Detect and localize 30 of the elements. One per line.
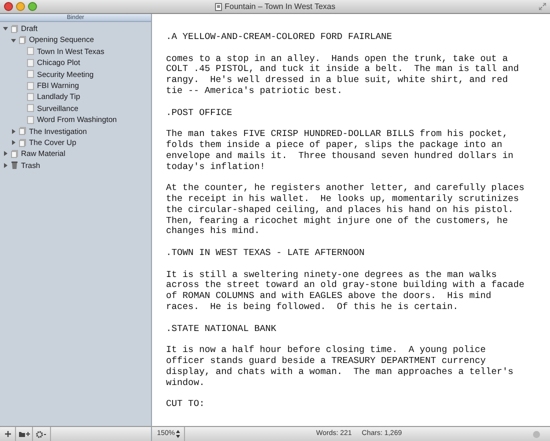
script-paragraph: It is still a sweltering ninety-one degrees as the man walks across the street toward an old gray-stone building with a facade of ROMAN COLUMNS and with EAGLES above the doors. His mind races. He is being followed. Of this he is certain. [166,270,526,313]
status-indicator [533,430,540,438]
collapsed-triangle-icon[interactable] [3,151,8,156]
expanded-triangle-icon[interactable] [11,38,16,43]
collapsed-triangle-icon[interactable] [11,128,16,134]
script-paragraph: .TOWN IN WEST TEXAS - LATE AFTERNOON [166,248,366,259]
expanded-triangle-icon[interactable] [3,26,8,32]
script-paragraph: comes to a stop in an alley. Hands open the trunk, take out a COLT .45 PISTOL, and tuck it inside a belt. The man is tall and rangy. He's well dressed in a blue suit, white shirt, and red tie -- America's patriotic best. [166,54,520,97]
minimize-button[interactable] [16,2,25,11]
script-paragraph: It is now a half hour before closing time. A young police officer stands guard beside a TREASURY DEPARTMENT currency display, and chats with a woman. The man approaches a teller's window. [166,345,514,388]
fullscreen-icon[interactable] [539,3,546,10]
zoom-button[interactable] [28,2,37,11]
script-paragraph: At the counter, he registers another letter, and carefully places the receipt in his wallet. He looks up, momentarily scrutinizes the circular-shaped ceiling, and places his hand on his pistol. Then, fearing a ricochet might injure one of the customers, he changes his mind. [166,183,526,238]
script-paragraph: .POST OFFICE [166,108,234,118]
collapsed-triangle-icon[interactable] [11,140,16,146]
close-button[interactable] [4,2,13,11]
plus-icon [4,431,10,437]
script-paragraph: .STATE NATIONAL BANK [166,324,278,334]
script-paragraph: CUT TO: [166,399,206,410]
script-paragraph: .A YELLOW-AND-CREAM-COLORED FORD FAIRLANE [166,32,394,43]
add-folder-button[interactable] [16,427,33,441]
trash-icon [11,161,18,170]
document-icon [214,2,222,10]
collapsed-triangle-icon[interactable] [3,162,8,168]
stepper-icon[interactable] [176,430,180,438]
action-menu-button[interactable] [33,427,51,441]
folder-plus-icon [18,431,30,437]
script-paragraph: The man takes FIVE CRISP HUNDRED-DOLLAR BILLS from his pocket, folds them inside a piece of paper, slips the package into an envelope and mails it. Three thousand seven hundred dollars in today's inflation! [166,129,514,172]
window-title: Fountain – Town In West Texas [224,0,336,12]
gear-icon [36,430,47,438]
